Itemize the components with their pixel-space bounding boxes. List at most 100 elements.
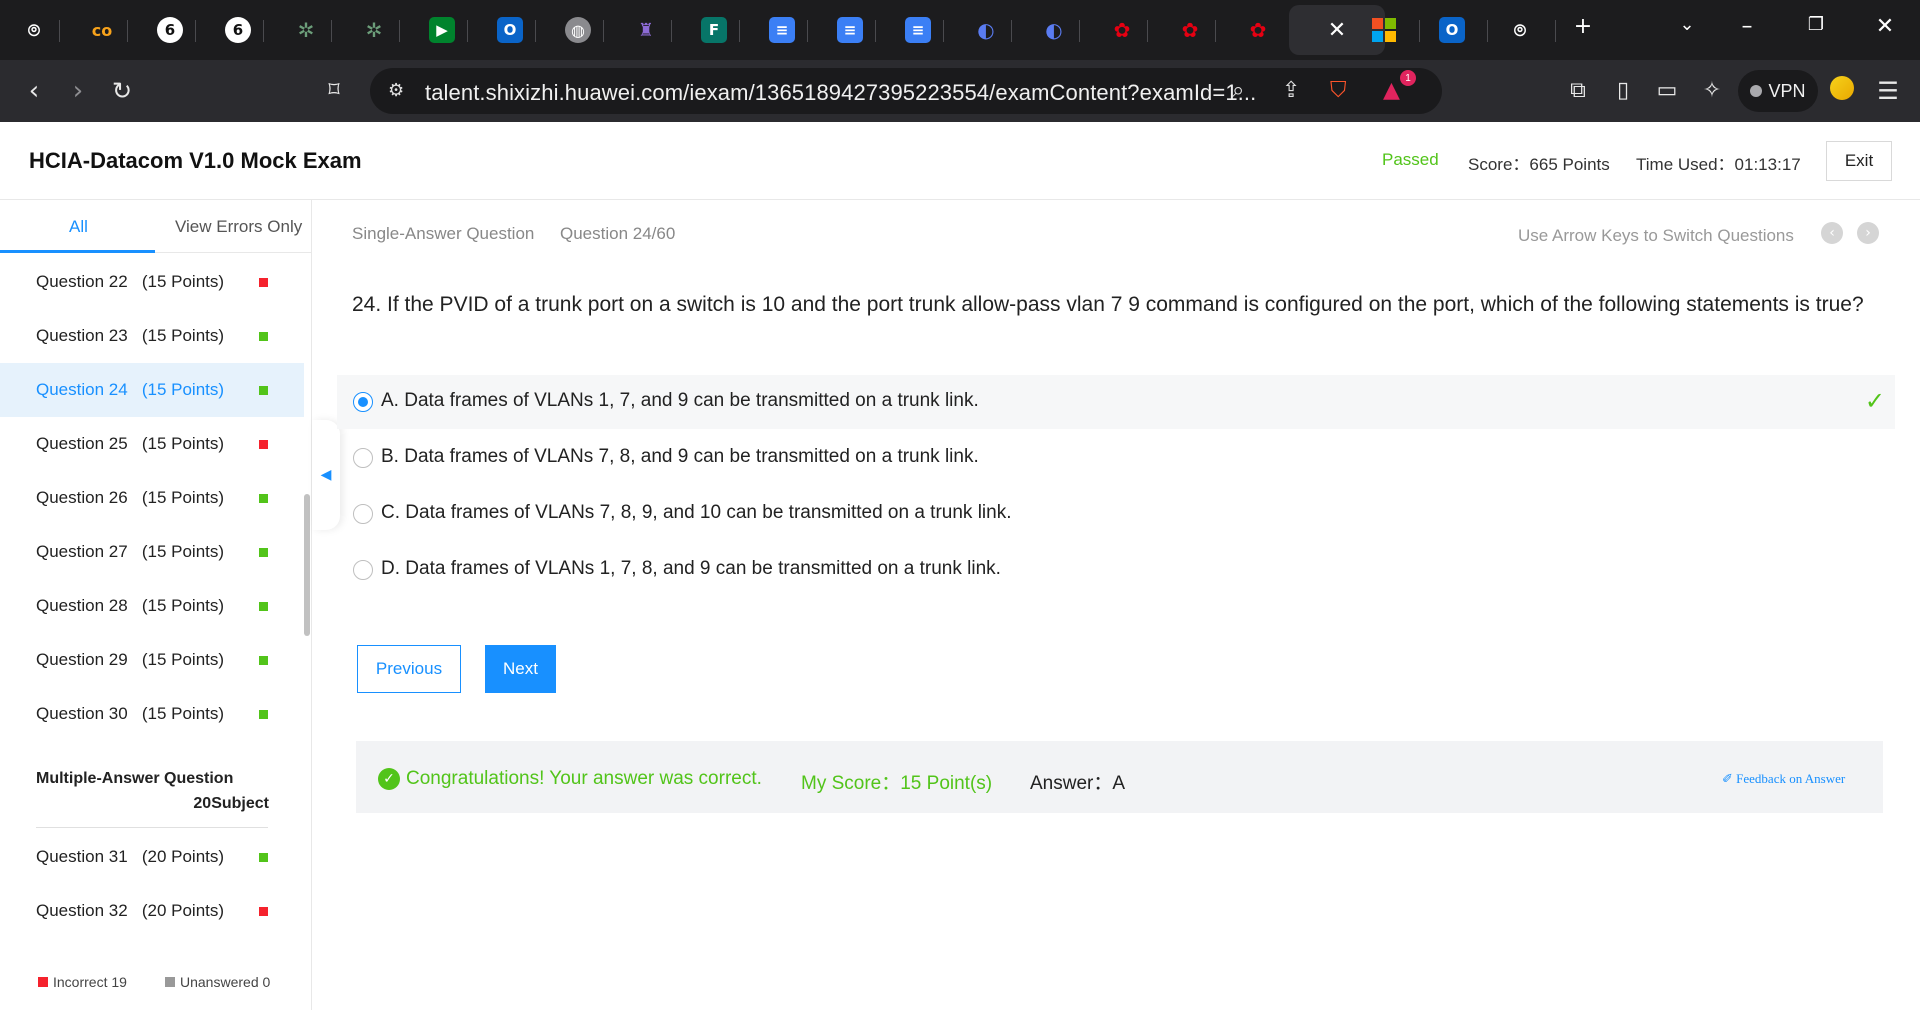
sidebar-scrollbar[interactable] [304,494,310,636]
collapse-sidebar-toggle[interactable]: ◀ [312,420,340,530]
radio-button[interactable] [353,504,373,524]
sidebar-toggle-icon[interactable]: ▯ [1607,76,1639,106]
radio-button[interactable] [353,448,373,468]
unanswered-swatch [165,977,175,987]
answer-option-label: C. Data frames of VLANs 7, 8, 9, and 10 … [381,502,1012,523]
tab-crest-icon[interactable]: ♜ [626,10,666,50]
question-list-item[interactable]: Question 29 (15 Points) [0,633,304,687]
tab-view-errors-only[interactable]: View Errors Only [175,217,302,237]
six-icon: 6 [225,17,251,43]
tab-forms-icon[interactable]: F [694,10,734,50]
extensions-icon[interactable]: ⧉ [1562,76,1594,106]
time-used: Time Used：01:13:17 [1636,155,1801,174]
menu-icon[interactable]: ☰ [1872,76,1904,106]
tab-separator [739,20,740,42]
site-settings-icon[interactable]: ⚙ [388,80,404,101]
tab-separator [59,20,60,42]
divider [36,827,268,828]
tab-globe-icon[interactable]: ◍ [558,10,598,50]
feedback-link[interactable]: ✐ Feedback on Answer [1722,771,1845,787]
minimize-icon[interactable]: – [1731,14,1763,39]
arrow-key-hint: Use Arrow Keys to Switch Questions [1518,226,1794,245]
bookmark-icon[interactable]: ⌑ [318,76,350,106]
brave-shields-icon[interactable]: ⛉ [1330,78,1347,103]
question-list-item[interactable]: Question 31 (20 Points) [0,830,304,884]
total-score: Score：665 Points [1468,155,1610,174]
tab-separator [1487,20,1488,42]
huawei-icon: ✿ [1113,18,1131,42]
tab-chatgpt-icon[interactable]: ⌾ [14,10,54,50]
tab-docs-icon-2[interactable]: ≡ [830,10,870,50]
answer-option[interactable]: A. Data frames of VLANs 1, 7, and 9 can … [337,375,1895,429]
tab-docs-icon-3[interactable]: ≡ [898,10,938,50]
profile-avatar-icon[interactable] [1826,76,1858,107]
url-text[interactable]: talent.shixizhi.huawei.com/iexam/1365189… [425,80,1256,106]
crest-icon: ♜ [637,19,655,41]
page-title: HCIA-Datacom V1.0 Mock Exam [29,148,362,173]
correct-marker [259,602,268,611]
next-question-icon[interactable]: › [1857,222,1879,244]
question-list-item[interactable]: Question 22 (15 Points) [0,255,304,309]
active-tab-indicator [0,250,155,253]
close-tab-icon[interactable]: ✕ [1328,18,1346,43]
vpn-button[interactable]: VPN [1738,70,1818,112]
question-list-item[interactable]: Question 26 (15 Points) [0,471,304,525]
next-button[interactable]: Next [485,645,556,693]
tab-co-icon[interactable]: co [82,10,122,50]
tab-all[interactable]: All [69,217,88,237]
answer-option[interactable]: D. Data frames of VLANs 1, 7, 8, and 9 c… [337,543,1895,597]
radio-button[interactable] [353,392,373,412]
question-list-item[interactable]: Question 24 (15 Points) [0,363,304,417]
leo-ai-icon[interactable]: ✧ [1696,76,1728,106]
zoom-icon[interactable]: ⌕ [1232,78,1244,103]
tab-huawei-icon-2[interactable]: ✿ [1170,10,1210,50]
meet-icon: ▶ [429,17,455,43]
question-list-item[interactable]: Question 28 (15 Points) [0,579,304,633]
new-tab-plus-icon[interactable]: + [1567,14,1599,39]
question-list-item[interactable]: Question 30 (15 Points) [0,687,304,741]
tab-huawei-icon-3[interactable]: ✿ [1238,10,1278,50]
close-window-icon[interactable]: ✕ [1869,14,1901,39]
tab-separator [467,20,468,42]
tab-search-chevron-icon[interactable]: ⌄ [1671,14,1703,35]
question-list-item[interactable]: Question 25 (15 Points) [0,417,304,471]
tab-huawei-icon[interactable]: ✿ [1102,10,1142,50]
wallet-icon[interactable]: ▭ [1651,76,1683,106]
share-icon[interactable]: ⇪ [1282,78,1300,103]
exit-button[interactable]: Exit [1826,141,1892,181]
tab-outlook-icon-2[interactable]: O [1432,10,1472,50]
reload-icon[interactable]: ↻ [106,76,138,106]
correct-marker [259,548,268,557]
prev-question-icon[interactable]: ‹ [1821,222,1843,244]
tab-meet-icon[interactable]: ▶ [422,10,462,50]
previous-button[interactable]: Previous [357,645,461,693]
back-icon[interactable]: ‹ [18,76,50,106]
restore-icon[interactable]: ❐ [1800,14,1832,35]
tab-microsoft-icon[interactable] [1364,10,1404,50]
tab-deepseek-icon-2[interactable]: ◐ [1034,10,1074,50]
tab-six-icon-2[interactable]: 6 [218,10,258,50]
question-list-item[interactable]: Question 32 (20 Points) [0,884,304,938]
tab-six-icon[interactable]: 6 [150,10,190,50]
address-bar[interactable]: ⚙ talent.shixizhi.huawei.com/iexam/13651… [370,68,1442,114]
check-circle-icon: ✓ [378,768,400,790]
answer-option-label: D. Data frames of VLANs 1, 7, 8, and 9 c… [381,558,1001,579]
result-message: Congratulations! Your answer was correct… [406,768,762,789]
result-panel: ✓ Congratulations! Your answer was corre… [356,741,1883,813]
question-list-item[interactable]: Question 23 (15 Points) [0,309,304,363]
tab-separator [603,20,604,42]
tab-outlook-icon[interactable]: O [490,10,530,50]
question-list-label: Question 32 (20 Points) [36,901,225,920]
tab-cactus-icon[interactable]: ✲ [286,10,326,50]
forward-icon[interactable]: › [62,76,94,106]
answer-option[interactable]: C. Data frames of VLANs 7, 8, 9, and 10 … [337,487,1895,541]
tab-chatgpt-icon-2[interactable]: ⌾ [1500,10,1540,50]
question-list-item[interactable]: Question 27 (15 Points) [0,525,304,579]
tab-docs-icon[interactable]: ≡ [762,10,802,50]
question-list-label: Question 23 (15 Points) [36,326,225,345]
brave-rewards-icon[interactable]: ▲ [1383,78,1400,103]
tab-deepseek-icon[interactable]: ◐ [966,10,1006,50]
answer-option[interactable]: B. Data frames of VLANs 7, 8, and 9 can … [337,431,1895,485]
radio-button[interactable] [353,560,373,580]
tab-cactus-icon-2[interactable]: ✲ [354,10,394,50]
